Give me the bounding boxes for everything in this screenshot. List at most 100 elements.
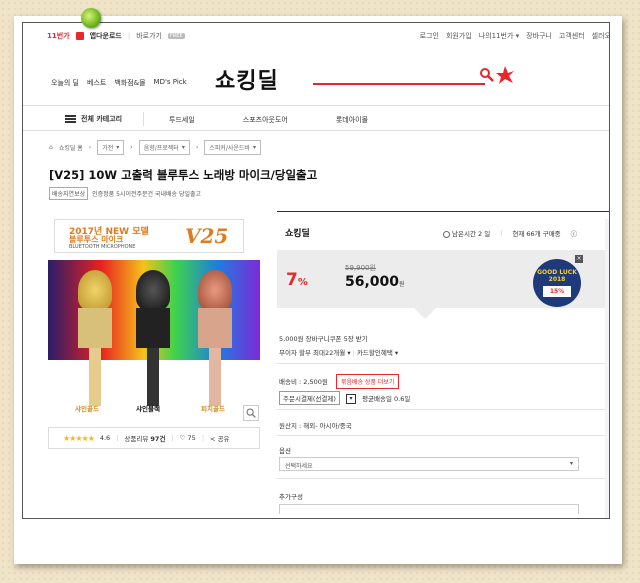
spark-icon [496, 66, 514, 84]
category-bar: 전체 카테고리 투드세일 스포츠아웃도어 롯데아이몰 [23, 105, 609, 131]
chevron-down-icon: ▾ [116, 144, 120, 151]
info-icon[interactable]: ⓘ [571, 228, 578, 238]
divider: | [116, 434, 119, 442]
product-image[interactable] [48, 260, 260, 424]
remaining-time: 남은시간 2 일 [443, 228, 490, 238]
share-icon: < [210, 435, 216, 443]
cat-link-lotte[interactable]: 롯데아이몰 [336, 115, 368, 125]
mic-label-black: 샤인블랙 [136, 405, 160, 413]
breadcrumb-label: 음향/프로젝터 [143, 145, 179, 152]
mic-handle [209, 348, 221, 406]
mic-head [136, 270, 170, 310]
mic-gold [78, 270, 112, 410]
chevron-right-icon: › [88, 144, 92, 151]
divider: | [352, 349, 355, 357]
average-delivery: 평균배송일 0.6일 [362, 395, 411, 403]
original-price: 59,900원 [345, 264, 376, 272]
cart-link[interactable]: 장바구니 [526, 31, 552, 41]
discount-rate: 7% [286, 270, 308, 290]
payment-option-select[interactable]: 주문시결제(선결제) [279, 391, 340, 405]
nav-best[interactable]: 베스트 [87, 78, 106, 88]
review-label: 상품리뷰 [124, 435, 149, 443]
login-link[interactable]: 로그인 [420, 31, 439, 41]
goodluck-percent: 15% [543, 286, 571, 297]
close-icon[interactable]: × [575, 255, 583, 263]
buyers-count: 현재 66개 구매중 [512, 230, 561, 238]
free-badge: FREE [167, 33, 185, 39]
mic-head [198, 270, 232, 310]
brand-11st-link[interactable]: 11번가 [47, 31, 70, 41]
coupon-link[interactable]: 5,000원 장바구니쿠폰 5장 받기 [279, 333, 368, 343]
nav-department[interactable]: 백화점&몰 [114, 78, 145, 88]
app-download-link[interactable]: 앱다운로드 [90, 31, 122, 41]
divider [277, 435, 609, 436]
divider: | [127, 32, 131, 40]
option-placeholder: 선택하세요 [285, 463, 313, 470]
review-count: 97건 [150, 435, 166, 443]
review-link[interactable]: 상품리뷰 97건 [124, 433, 165, 443]
rating-value: 4.6 [99, 434, 111, 442]
scrollbar[interactable] [605, 219, 609, 518]
category-links: 투드세일 스포츠아웃도어 롯데아이몰 [169, 115, 368, 125]
chevron-right-icon: › [195, 144, 199, 151]
search-icon[interactable] [479, 67, 495, 83]
mic-peach [198, 270, 232, 410]
shipping-info: 배송비 : 2,500원 묶음배송 상품 더보기 [279, 374, 400, 389]
divider: | [500, 229, 503, 237]
chevron-down-icon: ▾ [347, 349, 351, 357]
goodluck-coupon-badge[interactable]: GOOD LUCK 2018 15% [533, 259, 581, 307]
mic-body [198, 308, 232, 348]
breadcrumb-select-2[interactable]: 음향/프로젝터 ▾ [138, 140, 190, 155]
option-label: 옵션 [279, 447, 291, 455]
mic-black [136, 270, 170, 410]
search-underline[interactable] [313, 83, 485, 85]
sale-price: 56,000원 [345, 274, 405, 290]
share-button[interactable]: < 공유 [210, 433, 230, 443]
nav-today-deal[interactable]: 오늘의 딜 [51, 78, 79, 88]
bundle-shipping-button[interactable]: 묶음배송 상품 더보기 [335, 374, 400, 389]
share-label: 공유 [217, 435, 230, 443]
like-button[interactable]: ♡ 75 [180, 434, 196, 442]
customer-center-link[interactable]: 고객센터 [559, 31, 585, 41]
card-benefit-label: 카드할인혜택 [356, 349, 393, 357]
extra-items-select[interactable] [279, 504, 579, 514]
app-icon [75, 32, 84, 40]
home-icon[interactable]: ⌂ [49, 144, 53, 151]
goodluck-title: GOOD LUCK 2018 [537, 269, 577, 283]
banner-model: V25 [185, 224, 229, 248]
installment-dropdown[interactable]: 무이자 할부 최대22개월 ▾ [279, 349, 351, 357]
divider [277, 409, 609, 410]
installment-label: 무이자 할부 최대22개월 [279, 349, 346, 357]
card-benefit-dropdown[interactable]: 카드할인혜택 ▾ [357, 349, 398, 357]
nav-md-pick[interactable]: MD's Pick [154, 78, 187, 88]
payment-benefits: 무이자 할부 최대22개월 ▾ | 카드할인혜택 ▾ [279, 347, 398, 357]
cat-link-sports[interactable]: 스포츠아웃도어 [243, 115, 288, 125]
product-banner: 2017년 NEW 모델 블루투스 마이크 BLUETOOTH MICROPHO… [54, 219, 244, 253]
zoom-icon[interactable] [243, 405, 259, 421]
divider: | [171, 434, 174, 442]
divider [277, 478, 609, 479]
breadcrumb-label: 가전 [102, 145, 114, 152]
bookmark-link[interactable]: 바로가기 [136, 31, 162, 41]
origin-info: 원산지 : 해외- 아시아/중국 [279, 422, 352, 430]
cat-link-sale[interactable]: 투드세일 [169, 115, 195, 125]
shocking-deal-logo[interactable]: 쇼킹딜 [215, 63, 279, 95]
breadcrumb-select-1[interactable]: 가전 ▾ [97, 140, 125, 155]
chevron-down-icon: ▾ [252, 144, 256, 151]
seller-office-link[interactable]: 셀러오 [592, 31, 609, 41]
divider [277, 363, 609, 364]
mic-handle [89, 348, 101, 406]
mic-label-peach: 피치골드 [201, 405, 225, 413]
breadcrumb-home[interactable]: 쇼킹딜 홈 [59, 143, 83, 152]
mic-label-gold: 샤인골드 [75, 405, 99, 413]
breadcrumb-select-3[interactable]: 스피커/사운드바 ▾ [204, 140, 261, 155]
banner-line3: BLUETOOTH MICROPHONE [69, 244, 136, 250]
price-box-arrow [413, 307, 437, 319]
signup-link[interactable]: 회원가입 [446, 31, 472, 41]
all-category-button[interactable]: 전체 카테고리 [65, 114, 122, 124]
my11st-link[interactable]: 나의11번가 ▾ [479, 31, 519, 41]
mic-body [78, 308, 112, 348]
heart-icon: ♡ [179, 434, 186, 442]
chevron-down-icon[interactable]: ▾ [346, 394, 356, 404]
option-select[interactable]: 선택하세요 ▾ [279, 457, 579, 471]
